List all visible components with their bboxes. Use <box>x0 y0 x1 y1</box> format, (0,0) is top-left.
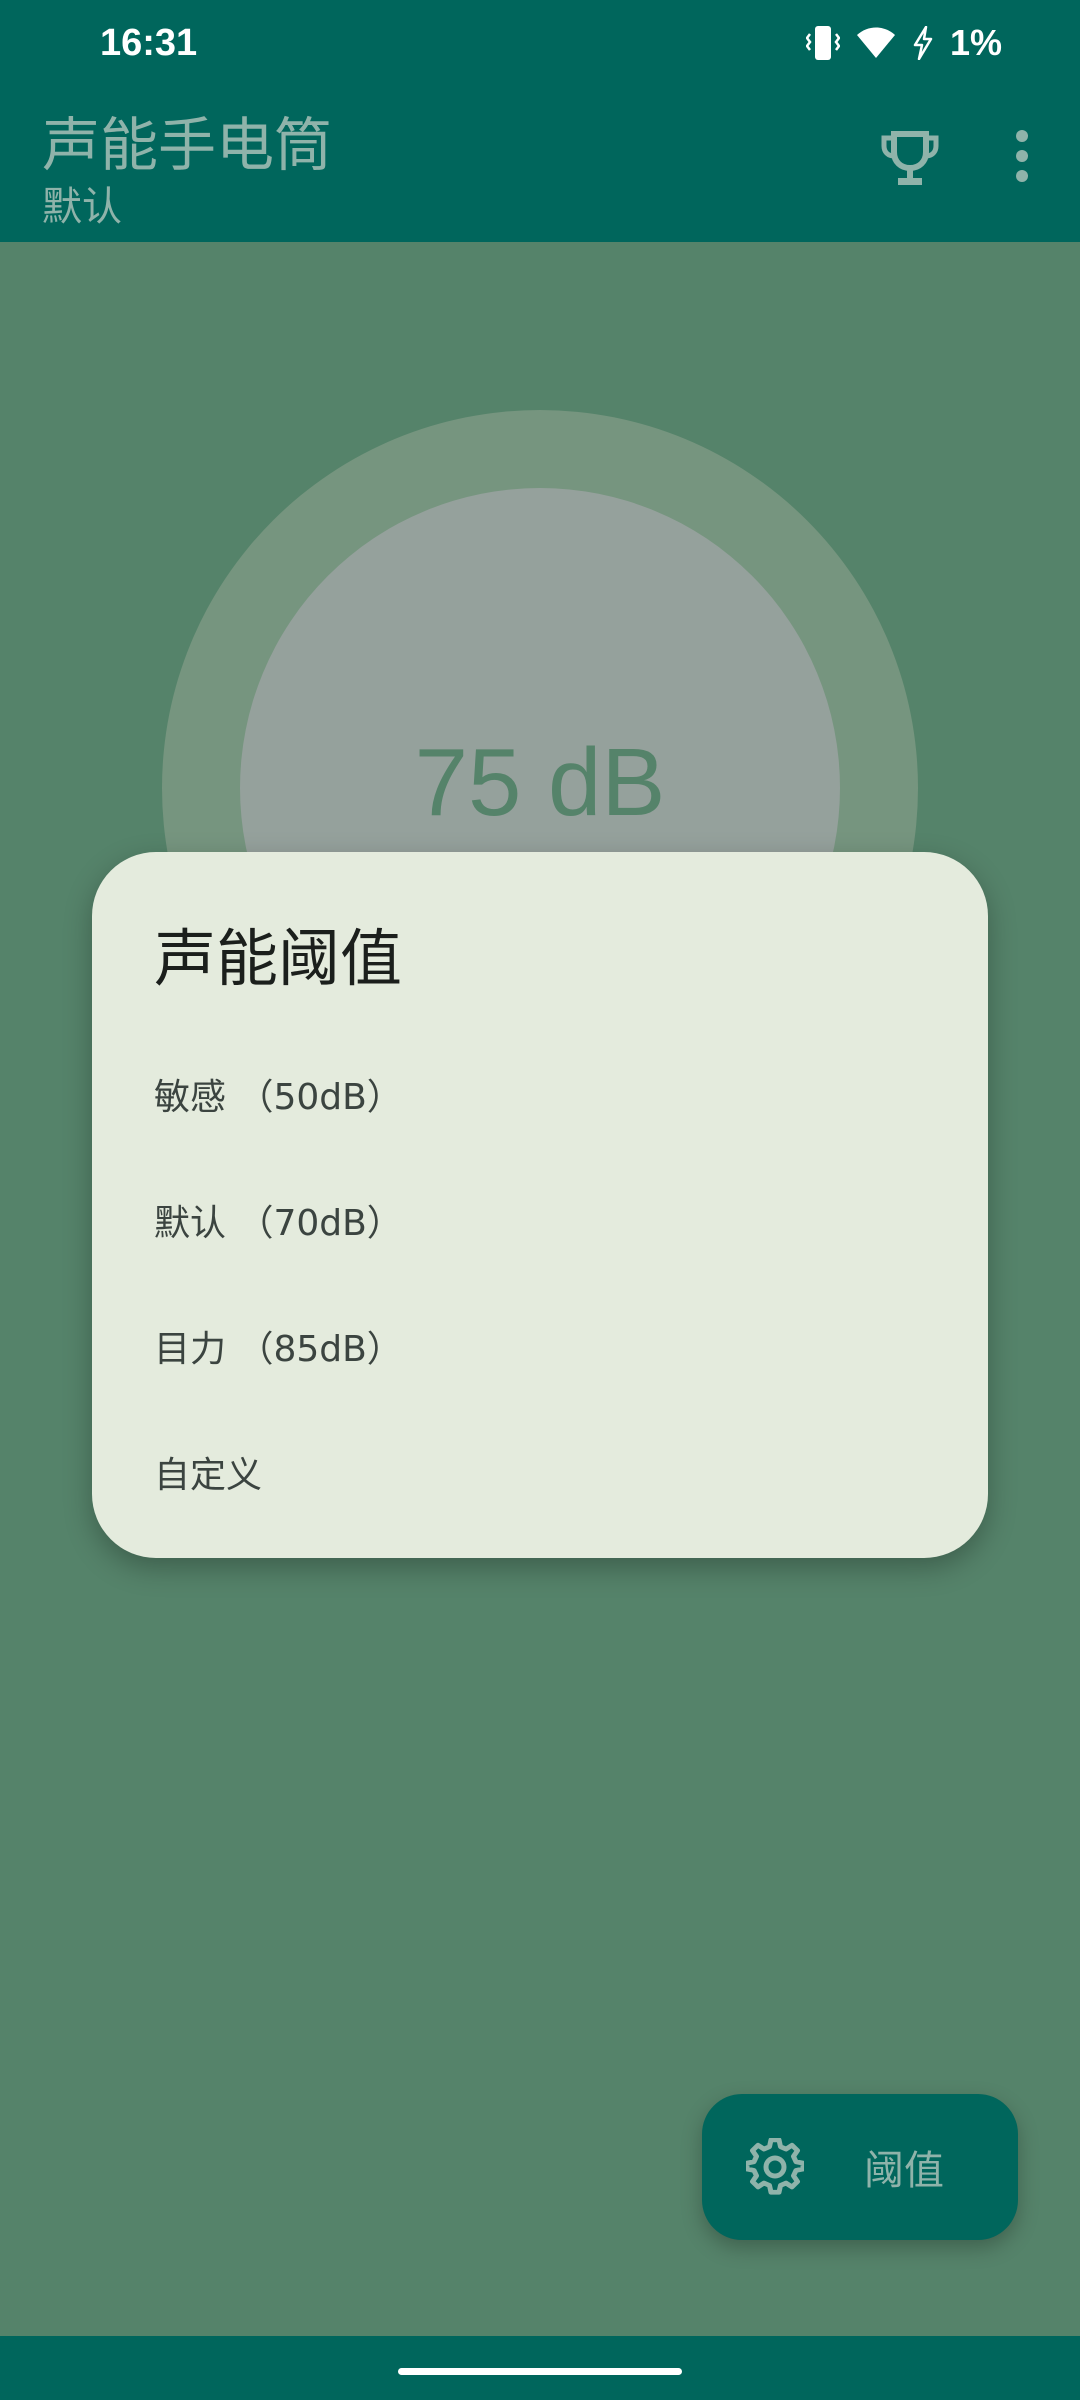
navigation-bar <box>0 2336 1080 2400</box>
decibel-readout: 75 dB <box>414 729 666 836</box>
option-default[interactable]: 默认 （70dB） <box>154 1174 934 1274</box>
option-loud[interactable]: 目力 （85dB） <box>154 1300 934 1400</box>
status-time: 16:31 <box>100 22 198 64</box>
status-bar: 16:31 1% <box>0 0 1080 90</box>
option-custom[interactable]: 自定义 <box>154 1426 934 1526</box>
trophy-button[interactable] <box>878 126 942 190</box>
more-options-button[interactable] <box>1000 124 1044 188</box>
app-subtitle: 默认 <box>42 184 122 230</box>
trophy-icon <box>881 131 939 185</box>
home-gesture-handle[interactable] <box>398 2368 682 2375</box>
threshold-dialog: 声能阈值 敏感 （50dB） 默认 （70dB） 目力 （85dB） 自定义 <box>92 852 988 1558</box>
wifi-icon <box>856 27 895 58</box>
gear-icon <box>746 2138 804 2195</box>
battery-percent: 1% <box>949 22 1002 63</box>
charging-icon <box>913 26 933 60</box>
fab-label: 阈值 <box>864 2148 944 2194</box>
more-vert-icon <box>1016 130 1028 182</box>
dialog-title: 声能阈值 <box>154 922 403 995</box>
app-title: 声能手电筒 <box>42 111 333 179</box>
app-bar: 声能手电筒 默认 <box>0 90 1080 242</box>
vibrate-icon <box>805 26 840 60</box>
threshold-fab[interactable]: 阈值 <box>702 2094 1018 2240</box>
status-icons: 1% <box>805 22 1002 64</box>
option-sensitive[interactable]: 敏感 （50dB） <box>154 1048 934 1148</box>
